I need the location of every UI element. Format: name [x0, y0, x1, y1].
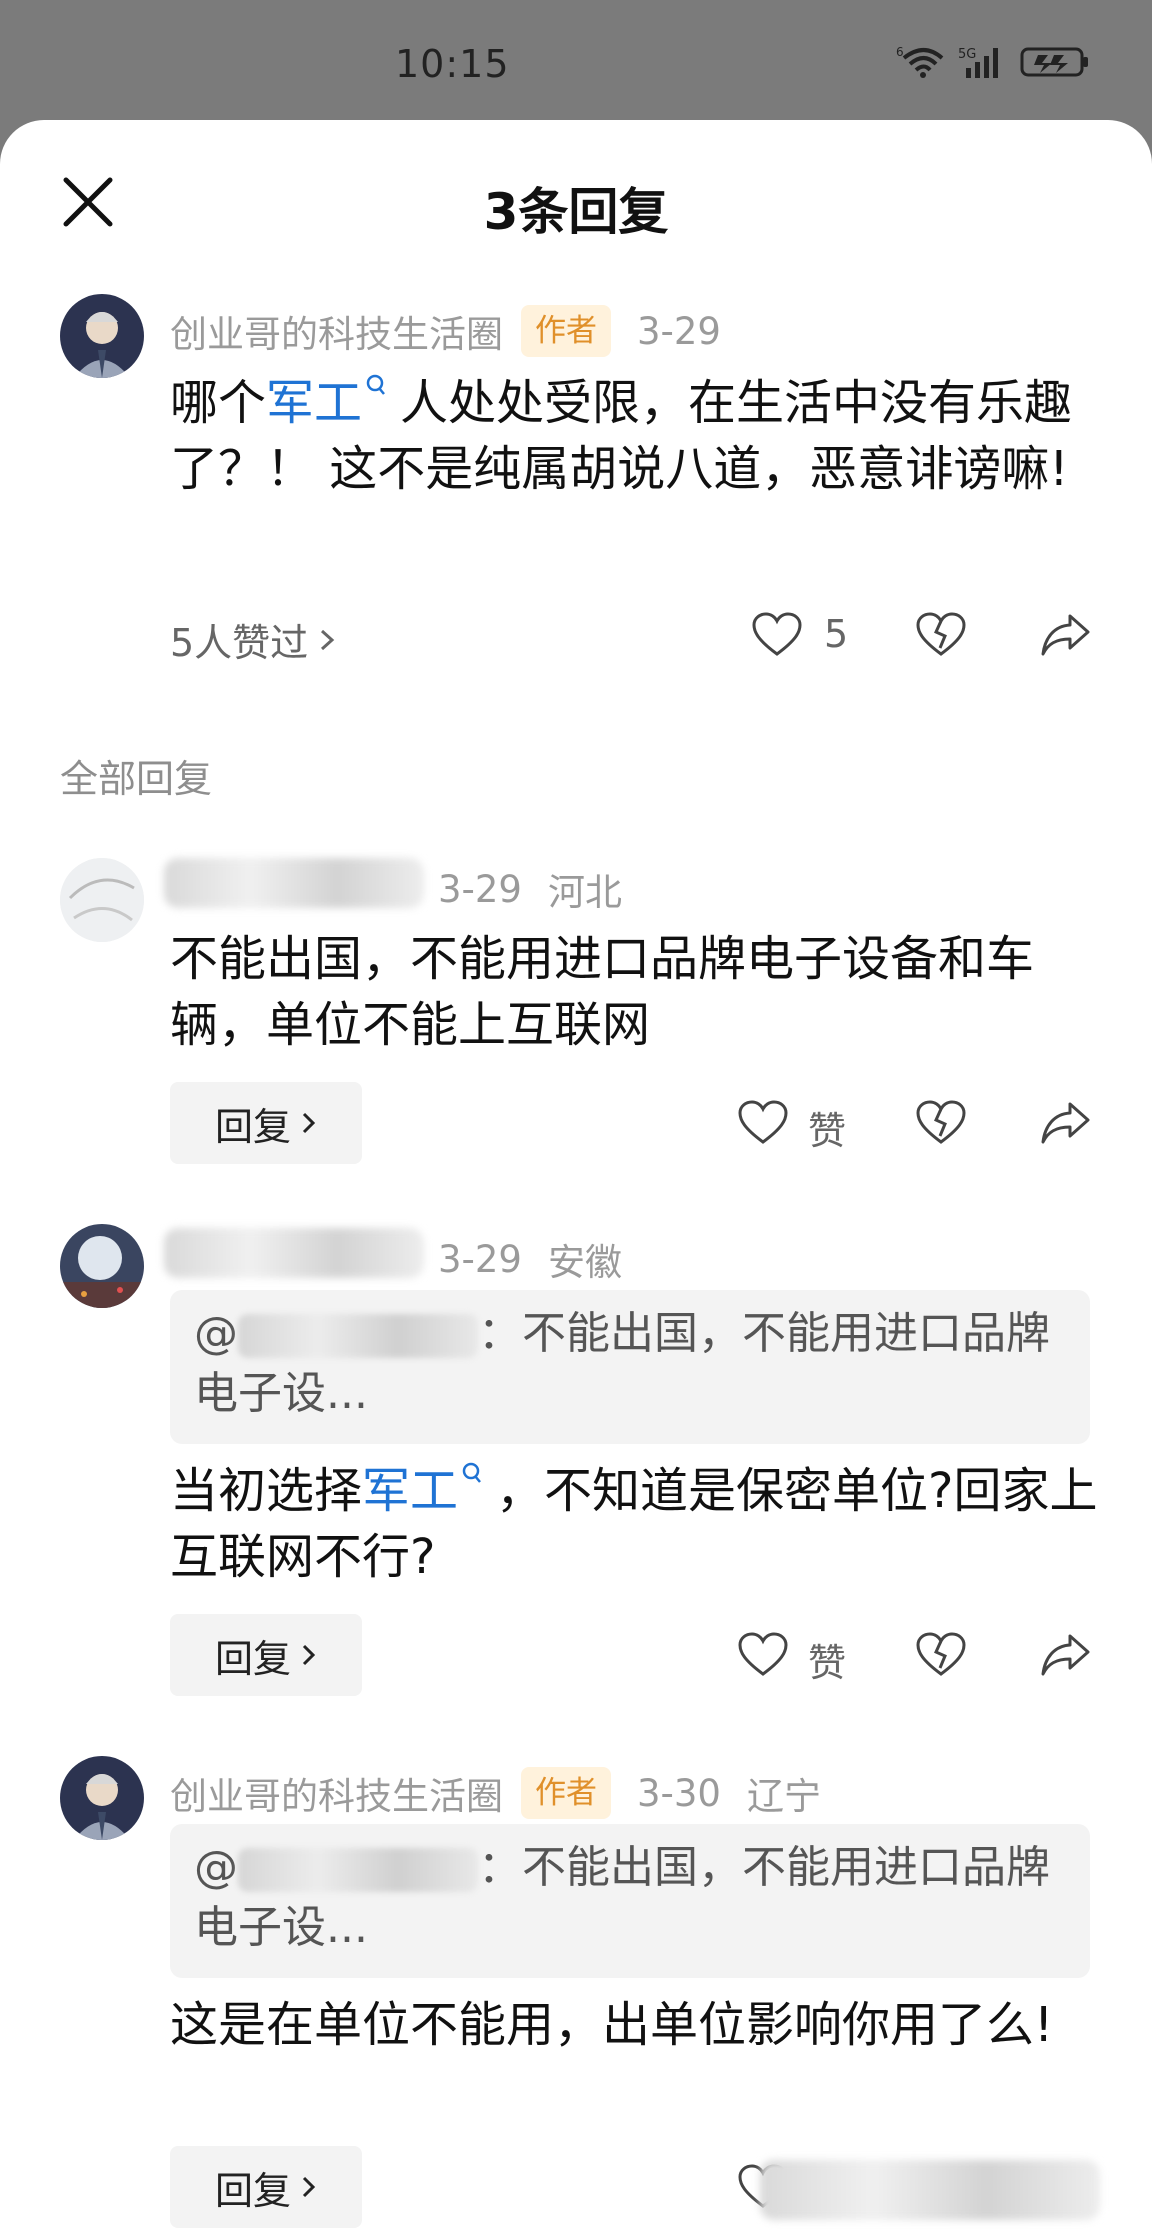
dislike-button[interactable]	[916, 1632, 966, 1682]
replies-sheet: 3条回复 创业哥的科技生活圈 作者 3-29 哪个军工 人处处受限，在生活中没有乐…	[0, 120, 1152, 2229]
reply-date: 3-29	[438, 1237, 522, 1281]
section-label: 全部回复	[60, 757, 213, 801]
chevron-right-icon	[321, 629, 335, 650]
reply-location: 河北	[547, 871, 622, 914]
reply-button[interactable]: 回复	[170, 1082, 362, 1164]
blurred-username	[164, 858, 424, 908]
reply-meta: 3-29 安徽	[438, 1232, 622, 1286]
reply-button-label: 回复	[214, 1636, 291, 1681]
status-icons: 6 5G	[896, 44, 1090, 80]
blurred-username	[164, 1228, 424, 1278]
author-badge: 作者	[521, 305, 611, 357]
reply-button[interactable]: 回复	[170, 2146, 362, 2228]
signal-icon: 5G	[958, 47, 998, 78]
dislike-button[interactable]	[916, 612, 966, 662]
chevron-right-icon	[302, 2176, 316, 2198]
quoted-comment[interactable]: @ ：不能出国，不能用进口品牌电子设...	[170, 1290, 1090, 1444]
share-icon	[1041, 614, 1090, 656]
status-bar: 10:15 6 5G	[0, 0, 1152, 125]
chevron-right-icon	[302, 1644, 316, 1666]
reply-date: 3-29	[438, 867, 522, 911]
comment-text: 哪个军工 人处处受限，在生活中没有乐趣了？！ 这不是纯属胡说八道，恶意诽谤嘛!	[170, 370, 1110, 502]
blurred-actions	[760, 2160, 1100, 2220]
keyword-link[interactable]: 军工	[362, 1463, 458, 1519]
chevron-right-icon	[302, 1112, 316, 1134]
share-button[interactable]	[1040, 1100, 1092, 1150]
reply-meta: 3-29 河北	[438, 862, 622, 916]
share-button[interactable]	[1040, 1632, 1092, 1682]
svg-text:6: 6	[896, 45, 904, 59]
quote-mention: @	[194, 1308, 238, 1359]
comment-text-part: 哪个	[170, 375, 267, 431]
like-button[interactable]	[738, 1632, 788, 1682]
avatar-image	[60, 858, 144, 942]
comment-meta: 创业哥的科技生活圈 作者 3-29	[170, 304, 721, 358]
heart-icon	[738, 1632, 788, 1676]
author-avatar[interactable]	[60, 294, 144, 378]
quoted-comment[interactable]: @ ：不能出国，不能用进口品牌电子设...	[170, 1824, 1090, 1978]
reply-text: 不能出国，不能用进口品牌电子设备和车辆，单位不能上互联网	[170, 931, 1035, 1053]
reply-meta: 创业哥的科技生活圈 作者 3-30 辽宁	[170, 1766, 821, 1820]
wifi-icon: 6	[896, 45, 944, 78]
reply-button-label: 回复	[214, 2168, 291, 2213]
reply-avatar[interactable]	[60, 858, 144, 942]
heart-icon	[752, 612, 802, 656]
search-icon	[462, 1462, 481, 1483]
heart-icon	[738, 1100, 788, 1144]
avatar-image	[60, 1756, 144, 1840]
share-button[interactable]	[1040, 612, 1092, 662]
reply-text: 这是在单位不能用，出单位影响你用了么!	[170, 1997, 1054, 2053]
comment-date: 3-29	[637, 309, 721, 353]
share-icon	[1041, 1102, 1090, 1144]
broken-heart-icon	[916, 612, 966, 656]
reply-location: 安徽	[547, 1241, 622, 1284]
avatar-image	[60, 294, 144, 378]
avatar-image	[60, 1224, 144, 1308]
status-time: 10:15	[395, 42, 510, 86]
reply-text: 当初选择军工 ，不知道是保密单位?回家上互联网不行?	[170, 1458, 1110, 1590]
broken-heart-icon	[916, 1632, 966, 1676]
like-label: 赞	[808, 1109, 847, 1153]
author-badge: 作者	[521, 1767, 611, 1819]
reply-avatar[interactable]	[60, 1224, 144, 1308]
likers-label: 5人赞过	[170, 621, 309, 665]
blurred-mention	[238, 1848, 478, 1892]
author-name[interactable]: 创业哥的科技生活圈	[170, 1766, 503, 1820]
like-count: 5	[824, 612, 849, 656]
reply-text-part: 当初选择	[170, 1463, 363, 1519]
dislike-button[interactable]	[916, 1100, 966, 1150]
quote-mention: @	[194, 1842, 238, 1893]
reply-location: 辽宁	[746, 1775, 821, 1818]
like-button[interactable]	[738, 1100, 788, 1150]
page-title: 3条回复	[483, 183, 669, 241]
reply-button-label: 回复	[214, 1104, 291, 1149]
share-icon	[1041, 1634, 1090, 1676]
author-name[interactable]: 创业哥的科技生活圈	[170, 304, 503, 358]
reply-date: 3-30	[637, 1771, 721, 1815]
blurred-mention	[238, 1314, 478, 1358]
like-label: 赞	[808, 1641, 847, 1685]
battery-icon	[1020, 47, 1088, 77]
broken-heart-icon	[916, 1100, 966, 1144]
like-button[interactable]	[752, 612, 802, 662]
reply-button[interactable]: 回复	[170, 1614, 362, 1696]
search-icon	[366, 374, 385, 395]
keyword-link[interactable]: 军工	[266, 375, 362, 431]
author-avatar[interactable]	[60, 1756, 144, 1840]
likers-link[interactable]: 5人赞过	[170, 612, 336, 667]
svg-text:5G: 5G	[958, 47, 976, 62]
